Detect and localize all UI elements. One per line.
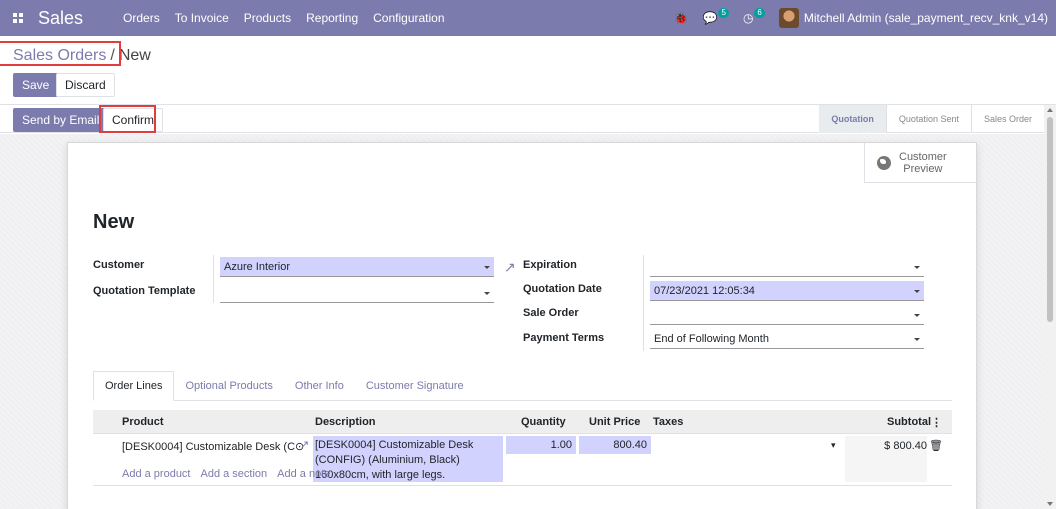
- table-header: Product Description Quantity Unit Price …: [93, 410, 952, 434]
- main-menu: Orders To Invoice Products Reporting Con…: [123, 11, 445, 25]
- expiration-label: Expiration: [523, 259, 577, 271]
- page-scrollbar[interactable]: [1044, 105, 1056, 509]
- quotation-template-field[interactable]: [220, 283, 494, 303]
- sale-order-dropdown-icon[interactable]: [914, 314, 920, 317]
- menu-to-invoice[interactable]: To Invoice: [175, 11, 229, 25]
- left-group-divider: [213, 255, 214, 303]
- tab-optional-products[interactable]: Optional Products: [174, 371, 283, 401]
- add-section-link[interactable]: Add a section: [201, 468, 268, 480]
- customer-dropdown-icon[interactable]: [484, 266, 490, 269]
- stage-quotation-sent[interactable]: Quotation Sent: [885, 105, 971, 133]
- systray: 🐞 💬 5 ◷ 6 Mitchell Admin (sale_payment_rec…: [674, 0, 1048, 36]
- activity-clock-icon[interactable]: ◷ 6: [743, 8, 765, 25]
- user-name: Mitchell Admin (sale_payment_recv_knk_v1…: [803, 11, 1048, 25]
- scroll-up-icon[interactable]: [1047, 108, 1053, 112]
- sale-order-label: Sale Order: [523, 307, 579, 319]
- stage-quotation[interactable]: Quotation: [819, 105, 886, 133]
- bug-icon[interactable]: 🐞: [674, 11, 689, 25]
- sale-order-field[interactable]: [650, 305, 924, 325]
- product-external-link-icon[interactable]: ↗: [300, 438, 309, 451]
- menu-orders[interactable]: Orders: [123, 11, 160, 25]
- quotation-template-label: Quotation Template: [93, 285, 196, 297]
- taxes-dropdown-icon[interactable]: ▾: [831, 440, 836, 451]
- external-link-icon[interactable]: ↗: [504, 260, 518, 274]
- top-navbar: Sales Orders To Invoice Products Reporti…: [0, 0, 1056, 36]
- discard-button[interactable]: Discard: [56, 73, 115, 97]
- send-by-email-button[interactable]: Send by Email: [13, 108, 109, 132]
- user-menu[interactable]: Mitchell Admin (sale_payment_recv_knk_v1…: [778, 8, 1048, 28]
- apps-menu-icon[interactable]: [0, 0, 36, 36]
- scroll-thumb[interactable]: [1047, 117, 1053, 322]
- header-unit-price[interactable]: Unit Price: [589, 416, 640, 428]
- globe-icon: [877, 155, 891, 170]
- breadcrumb-current: New: [118, 47, 151, 64]
- customer-value: Azure Interior: [224, 261, 291, 273]
- tab-other-info[interactable]: Other Info: [284, 371, 355, 401]
- add-note-link[interactable]: Add a note: [277, 468, 330, 480]
- menu-reporting[interactable]: Reporting: [306, 11, 358, 25]
- payment-terms-dropdown-icon[interactable]: [914, 338, 920, 341]
- header-taxes[interactable]: Taxes: [653, 416, 683, 428]
- header-quantity[interactable]: Quantity: [521, 416, 566, 428]
- menu-configuration[interactable]: Configuration: [373, 11, 444, 25]
- payment-terms-label: Payment Terms: [523, 332, 605, 344]
- chat-icon[interactable]: 💬 5: [703, 8, 729, 25]
- column-options-icon[interactable]: ⋮: [931, 416, 942, 429]
- record-title: New: [93, 211, 135, 233]
- row-quantity[interactable]: 1.00: [506, 436, 576, 454]
- row-product[interactable]: [DESK0004] Customizable Desk (C⊙: [122, 440, 304, 453]
- stage-sales-order[interactable]: Sales Order: [970, 105, 1044, 133]
- expiration-field[interactable]: [650, 257, 924, 277]
- description-line-2: (CONFIG) (Aluminium, Black): [315, 454, 460, 466]
- template-dropdown-icon[interactable]: [484, 292, 490, 295]
- payment-terms-value: End of Following Month: [654, 333, 769, 345]
- add-line-links: Add a product Add a section Add a note: [122, 468, 330, 480]
- row-subtotal: $ 800.40: [845, 436, 927, 482]
- stage-pipeline: Quotation Quotation Sent Sales Order: [819, 105, 1044, 133]
- form-sheet: Customer Preview New Customer Azure Inte…: [67, 142, 977, 509]
- app-name[interactable]: Sales: [38, 8, 83, 29]
- breadcrumb-highlight-box: [0, 41, 121, 66]
- quotation-date-dropdown-icon[interactable]: [914, 290, 920, 293]
- header-subtotal[interactable]: Subtotal: [887, 416, 931, 428]
- menu-products[interactable]: Products: [244, 11, 291, 25]
- customer-field[interactable]: Azure Interior: [220, 257, 494, 277]
- customer-preview-button[interactable]: Customer Preview: [864, 143, 976, 183]
- save-button[interactable]: Save: [13, 73, 59, 97]
- preview-line-2: Preview: [903, 162, 943, 175]
- row-description[interactable]: [DESK0004] Customizable Desk (CONFIG) (A…: [313, 436, 503, 482]
- form-content-area: Customer Preview New Customer Azure Inte…: [0, 134, 1044, 509]
- activity-badge: 6: [754, 8, 765, 18]
- header-product[interactable]: Product: [122, 416, 164, 428]
- notebook-tabs: Order Lines Optional Products Other Info…: [93, 371, 952, 401]
- avatar: [778, 8, 799, 28]
- chat-badge: 5: [718, 8, 729, 18]
- description-line-1: [DESK0004] Customizable Desk: [315, 439, 474, 451]
- trash-icon[interactable]: 🗑: [929, 439, 943, 452]
- add-product-link[interactable]: Add a product: [122, 468, 191, 480]
- scroll-down-icon[interactable]: [1047, 502, 1053, 506]
- header-description[interactable]: Description: [315, 416, 376, 428]
- control-panel: Sales Orders / New Save Discard: [0, 36, 1056, 105]
- customer-label: Customer: [93, 259, 145, 271]
- tab-order-lines[interactable]: Order Lines: [93, 371, 175, 401]
- tab-customer-signature[interactable]: Customer Signature: [355, 371, 475, 401]
- status-bar: Send by Email Confirm Quotation Quotatio…: [0, 105, 1044, 133]
- quotation-date-value: 07/23/2021 12:05:34: [654, 285, 755, 297]
- right-group-divider: [643, 255, 644, 351]
- quotation-date-label: Quotation Date: [523, 283, 602, 295]
- confirm-highlight-box: [99, 105, 156, 133]
- description-line-3: 160x80cm, with large legs.: [315, 469, 446, 481]
- order-lines-table: Product Description Quantity Unit Price …: [93, 410, 952, 486]
- preview-line-1: Customer: [899, 150, 947, 163]
- payment-terms-field[interactable]: End of Following Month: [650, 329, 924, 349]
- expiration-dropdown-icon[interactable]: [914, 266, 920, 269]
- row-unit-price[interactable]: 800.40: [579, 436, 651, 454]
- quotation-date-field[interactable]: 07/23/2021 12:05:34: [650, 281, 924, 301]
